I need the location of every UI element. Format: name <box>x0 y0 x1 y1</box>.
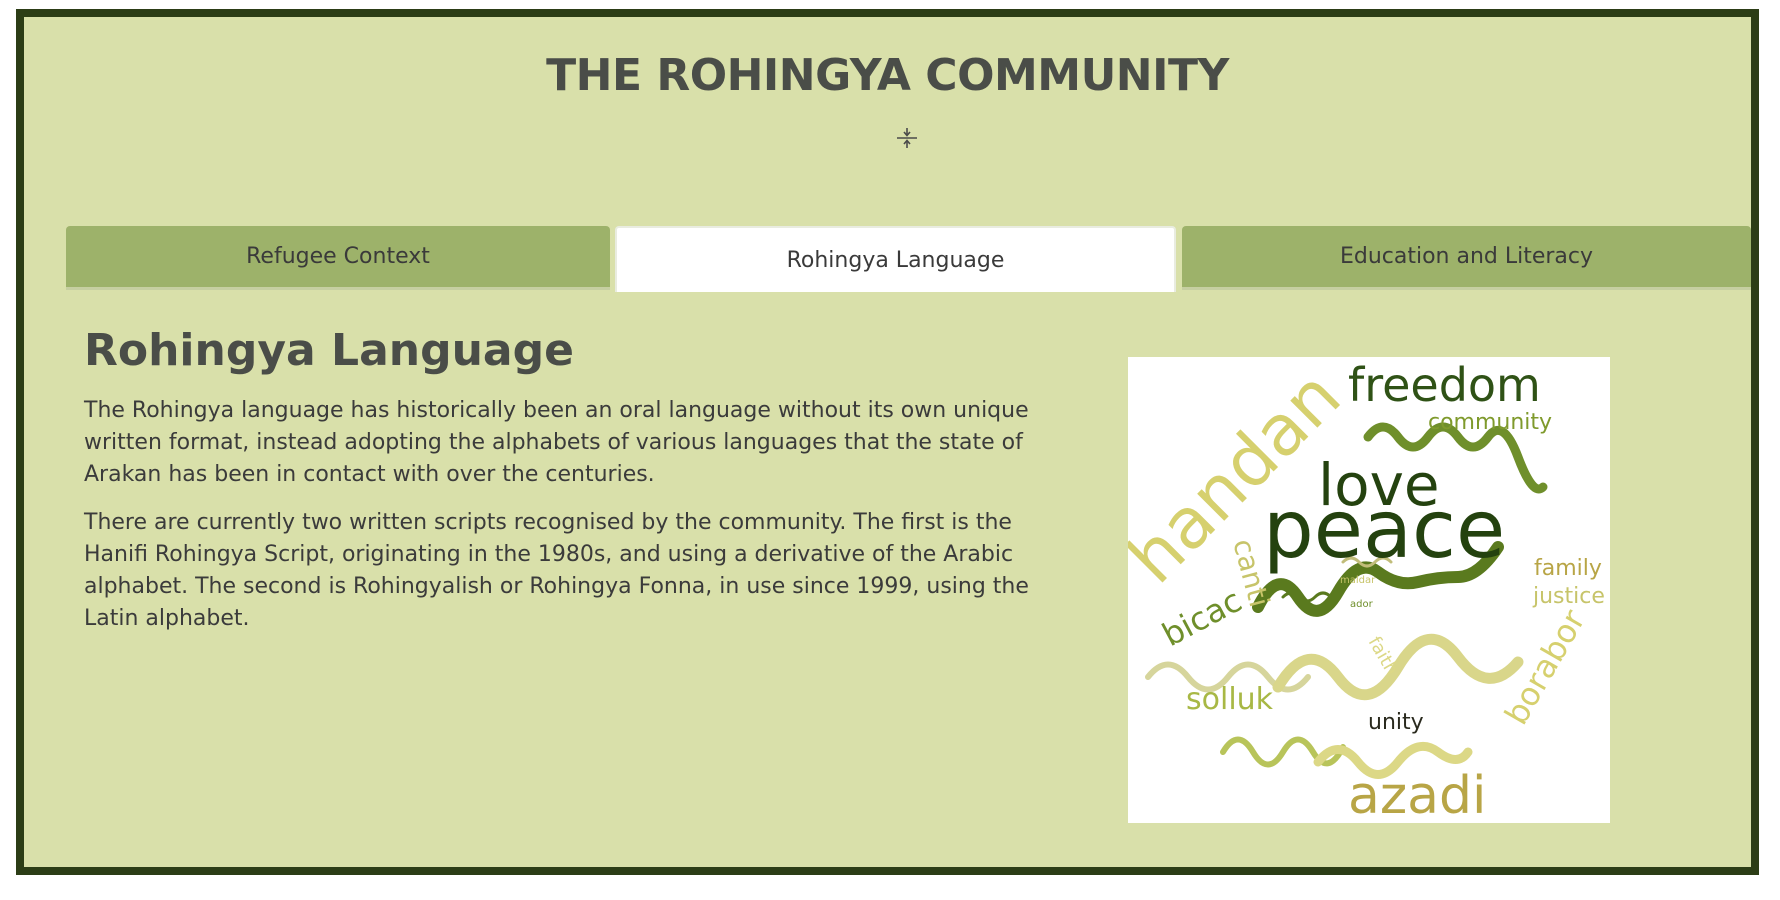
word-peace: peace <box>1263 483 1505 576</box>
script-squiggle-8 <box>1281 591 1333 603</box>
word-freedom: freedom <box>1348 358 1541 412</box>
tab-education-and-literacy[interactable]: Education and Literacy <box>1182 226 1751 290</box>
word-solluk: solluk <box>1186 682 1274 717</box>
section-heading: Rohingya Language <box>84 325 574 376</box>
word-justice: justice <box>1532 584 1605 609</box>
page-title: THE ROHINGYA COMMUNITY <box>546 50 1229 101</box>
word-azadi: azadi <box>1348 766 1486 823</box>
word-maldar: maldar <box>1340 575 1376 586</box>
word-unity: unity <box>1368 710 1424 735</box>
section-body: The Rohingya language has historically b… <box>84 395 1074 651</box>
paragraph-2: There are currently two written scripts … <box>84 510 1029 631</box>
word-community: community <box>1428 410 1552 435</box>
paragraph-1: The Rohingya language has historically b… <box>84 398 1029 487</box>
tab-bar: Refugee Context Rohingya Language Educat… <box>66 226 1751 292</box>
word-ador: ador <box>1350 599 1374 610</box>
page-frame: THE ROHINGYA COMMUNITY Refugee Context R… <box>16 9 1759 875</box>
collapse-expand-icon[interactable] <box>896 126 918 150</box>
word-cloud-image: freedom community love peace handan fami… <box>1128 357 1610 823</box>
word-family: family <box>1534 556 1602 581</box>
tab-refugee-context[interactable]: Refugee Context <box>66 226 610 290</box>
tab-rohingya-language[interactable]: Rohingya Language <box>615 226 1176 292</box>
